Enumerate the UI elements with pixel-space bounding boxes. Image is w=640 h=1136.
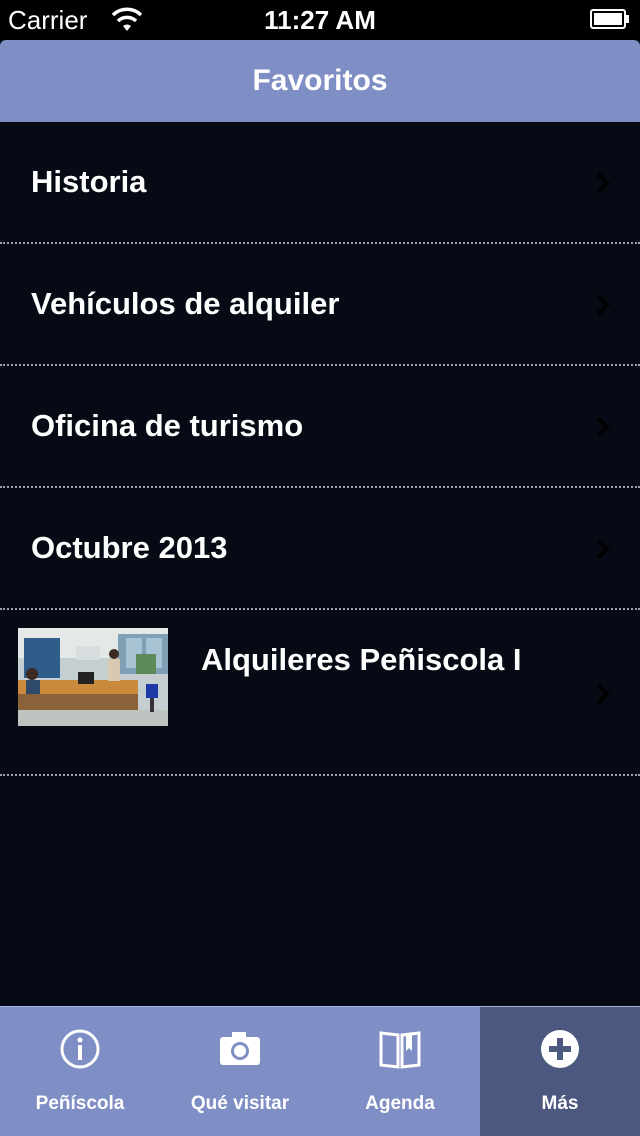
- status-time: 11:27 AM: [264, 5, 376, 35]
- chevron-right-icon: [596, 416, 610, 438]
- list-item[interactable]: Vehículos de alquiler: [0, 244, 640, 366]
- tab-agenda[interactable]: Agenda: [320, 1007, 480, 1136]
- office-photo-thumbnail: [18, 628, 168, 726]
- book-icon: [379, 1031, 421, 1069]
- favorites-list: Historia Vehículos de alquiler Oficina d…: [0, 122, 640, 776]
- battery-icon: [590, 9, 629, 29]
- list-item-label: Alquileres Peñiscola I: [201, 642, 522, 677]
- tab-mas[interactable]: Más: [480, 1007, 640, 1136]
- list-item[interactable]: Octubre 2013: [0, 488, 640, 610]
- list-item[interactable]: Oficina de turismo: [0, 366, 640, 488]
- list-item-label: Historia: [31, 164, 147, 199]
- chevron-right-icon: [596, 172, 610, 194]
- chevron-right-icon: [596, 683, 610, 705]
- info-icon: [60, 1029, 100, 1069]
- list-item[interactable]: Alquileres Peñiscola I: [0, 610, 640, 776]
- list-item-label: Octubre 2013: [31, 530, 228, 565]
- list-item-label: Vehículos de alquiler: [31, 286, 340, 321]
- page-title: Favoritos: [252, 64, 388, 97]
- tab-peniscola[interactable]: Peñíscola: [0, 1007, 160, 1136]
- tab-label: Agenda: [365, 1093, 435, 1114]
- camera-icon: [220, 1032, 260, 1065]
- list-item-label: Oficina de turismo: [31, 408, 304, 443]
- tab-label: Qué visitar: [190, 1093, 290, 1114]
- list-item[interactable]: Historia: [0, 122, 640, 244]
- chevron-right-icon: [596, 294, 610, 316]
- plus-icon: [541, 1030, 579, 1068]
- tab-label: Peñíscola: [35, 1093, 125, 1114]
- chevron-right-icon: [596, 538, 610, 560]
- tab-label: Más: [541, 1093, 579, 1114]
- tab-bar: Peñíscola Qué visitar Agenda Más: [0, 1006, 640, 1136]
- status-bar: Carrier 11:27 AM: [0, 0, 640, 40]
- navigation-bar: Favoritos: [0, 40, 640, 122]
- tab-que-visitar[interactable]: Qué visitar: [160, 1007, 320, 1136]
